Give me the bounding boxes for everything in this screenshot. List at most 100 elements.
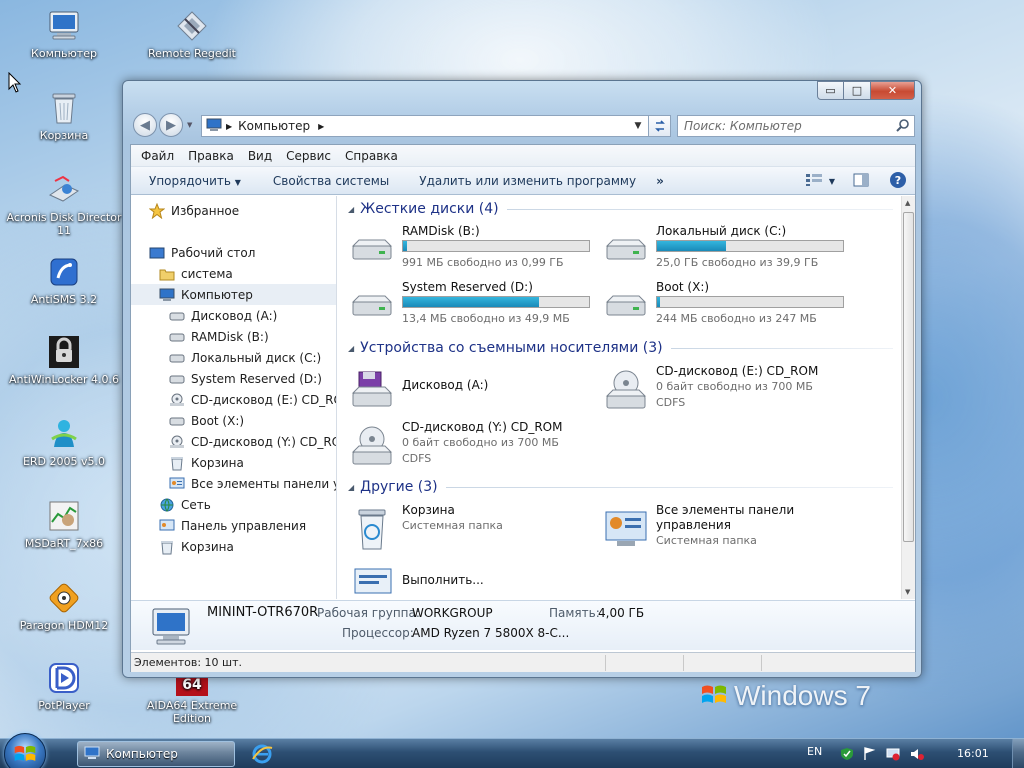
group-header-hard-drives[interactable]: ◢ Жесткие диски (4) [348,199,893,219]
nav-item-drive-a[interactable]: Дисковод (A:) [169,305,277,326]
scroll-down-icon[interactable]: ▼ [905,588,910,596]
refresh-icon [654,120,665,132]
nav-item-recycle-bin[interactable]: Корзина [159,536,234,557]
breadcrumb-chevron-icon[interactable]: ▶ [318,122,324,131]
clock[interactable]: 16:01 [957,747,989,760]
other-name: Все элементы панели [656,503,795,517]
group-header-removable[interactable]: ◢ Устройства со съемными носителями (3) [348,338,893,358]
antisms-icon [46,254,82,290]
drive-name: RAMDisk (B:) [402,224,480,238]
drive-usage-fill [657,297,660,307]
menu-file[interactable]: Файл [134,149,181,163]
taskbar-item-ie[interactable] [242,741,282,767]
nav-item-drive-x[interactable]: Boot (X:) [169,410,244,431]
language-indicator[interactable]: EN [807,745,822,758]
minimize-button[interactable]: ▭ [817,81,844,100]
start-button[interactable] [4,733,46,768]
nav-item-all-control-panel[interactable]: Все элементы панели упр [169,473,336,494]
desktop-icon-antisms[interactable]: AntiSMS 3.2 [0,254,128,306]
uninstall-program-button[interactable]: Удалить или изменить программу [403,174,650,188]
content-scrollbar[interactable]: ▲ ▼ [901,196,915,599]
device-tile-cd-y[interactable]: CD-дисковод (Y:) CD_ROM 0 байт свободно … [348,420,598,472]
network-status-icon[interactable] [886,747,900,761]
menu-help[interactable]: Справка [338,149,405,163]
lock-icon [46,334,82,370]
scrollbar-thumb[interactable] [903,212,914,542]
search-input[interactable] [684,119,884,133]
address-dropdown-icon[interactable]: ▼ [628,121,648,131]
desktop-icon-computer[interactable]: Компьютер [0,8,128,60]
computer-name: MININT-OTR670R [207,605,319,620]
desktop-icon-msdart[interactable]: MSDaRT_7x86 [0,498,128,550]
recycle-bin-icon [169,455,185,471]
nav-item-ramdisk[interactable]: RAMDisk (B:) [169,326,269,347]
workgroup-label: Рабочая группа: [317,606,420,620]
desktop-icon-erd[interactable]: ERD 2005 v5.0 [0,416,128,468]
nav-item-drive-c[interactable]: Локальный диск (C:) [169,347,321,368]
view-dropdown-icon[interactable]: ▼ [829,177,835,186]
search-icon[interactable] [896,118,910,135]
preview-pane-icon[interactable] [853,173,869,190]
flag-icon[interactable] [862,747,876,761]
refresh-button[interactable] [649,115,671,137]
drive-tile-x[interactable]: Boot (X:) 244 МБ свободно из 247 МБ [602,280,852,332]
show-desktop-button[interactable] [1012,739,1024,768]
address-path[interactable]: Компьютер [238,119,310,133]
desktop-icon-paragon[interactable]: Paragon HDM12 [0,580,128,632]
recycle-bin-icon [46,90,82,126]
menu-view[interactable]: Вид [241,149,279,163]
forward-button[interactable]: ▶ [159,113,183,137]
menu-edit[interactable]: Правка [181,149,241,163]
drive-tile-ramdisk[interactable]: RAMDisk (B:) 991 МБ свободно из 0,99 ГБ [348,224,598,276]
other-tile-recycle-bin[interactable]: Корзина Системная папка [348,503,598,555]
desktop-icon-potplayer[interactable]: PotPlayer [0,660,128,712]
view-mode-icon[interactable] [805,173,823,190]
nav-item-control-panel[interactable]: Панель управления [159,515,306,536]
device-tile-cd-e[interactable]: CD-дисковод (E:) CD_ROM 0 байт свободно … [602,364,852,416]
command-bar: Упорядочить ▼ Свойства системы Удалить и… [131,167,915,195]
control-panel-icon [159,518,175,534]
help-icon[interactable]: ? [889,171,907,192]
desktop-icon-recycle-bin[interactable]: Корзина [0,90,128,142]
desktop-icon-antiwinlocker[interactable]: AntiWinLocker 4.0.6 [0,334,128,386]
nav-item-computer[interactable]: Компьютер [131,284,336,305]
group-header-other[interactable]: ◢ Другие (3) [348,477,893,497]
maximize-button[interactable]: □ [844,81,871,100]
hard-drive-icon [602,230,650,270]
back-button[interactable]: ◀ [133,113,157,137]
drive-usage-fill [657,241,726,251]
star-icon [149,202,165,219]
nav-item-drive-y[interactable]: CD-дисковод (Y:) CD_ROM [169,431,336,452]
nav-item-drive-d[interactable]: System Reserved (D:) [169,368,322,389]
menu-tools[interactable]: Сервис [279,149,338,163]
drive-usage-bar [402,240,590,252]
nav-item-desktop[interactable]: Рабочий стол [149,242,255,263]
recent-pages-dropdown[interactable]: ▼ [187,121,192,129]
other-tile-all-control-panel[interactable]: Все элементы панели управления Системная… [602,503,852,555]
address-bar[interactable]: ▶ Компьютер ▶ ▼ [201,115,649,137]
close-button[interactable]: ✕ [871,81,915,100]
drive-name: Boot (X:) [656,280,710,294]
volume-muted-icon[interactable] [910,747,924,761]
security-shield-icon[interactable] [840,747,854,761]
system-properties-button[interactable]: Свойства системы [255,174,403,188]
taskbar-item-computer[interactable]: Компьютер [77,741,235,767]
drive-tile-c[interactable]: Локальный диск (C:) 25,0 ГБ свободно из … [602,224,852,276]
more-commands-button[interactable]: » [650,174,678,188]
nav-item-drive-e[interactable]: CD-дисковод (E:) CD_ROM [169,389,336,410]
drive-tile-d[interactable]: System Reserved (D:) 13,4 МБ свободно из… [348,280,598,332]
collapse-icon: ◢ [348,343,355,353]
search-box[interactable] [677,115,915,137]
organize-button[interactable]: Упорядочить ▼ [141,174,255,188]
nav-item-network[interactable]: Сеть [159,494,211,515]
desktop-icon-acronis[interactable]: Acronis Disk Director 11 [0,172,128,237]
other-tile-run[interactable]: Выполнить... [348,559,598,599]
nav-item-recycle[interactable]: Корзина [169,452,244,473]
device-tile-floppy[interactable]: Дисковод (A:) [348,364,598,416]
nav-item-system[interactable]: система [159,263,233,284]
nav-item-favorites[interactable]: Избранное [149,200,239,221]
navigation-row: ◀ ▶ ▼ ▶ Компьютер ▶ ▼ [131,111,915,139]
desktop-icon-remote-regedit[interactable]: Remote Regedit [128,8,256,60]
explorer-window[interactable]: ▭ □ ✕ ◀ ▶ ▼ ▶ Компьютер ▶ ▼ Файл Пр [122,80,922,678]
scroll-up-icon[interactable]: ▲ [905,199,910,207]
